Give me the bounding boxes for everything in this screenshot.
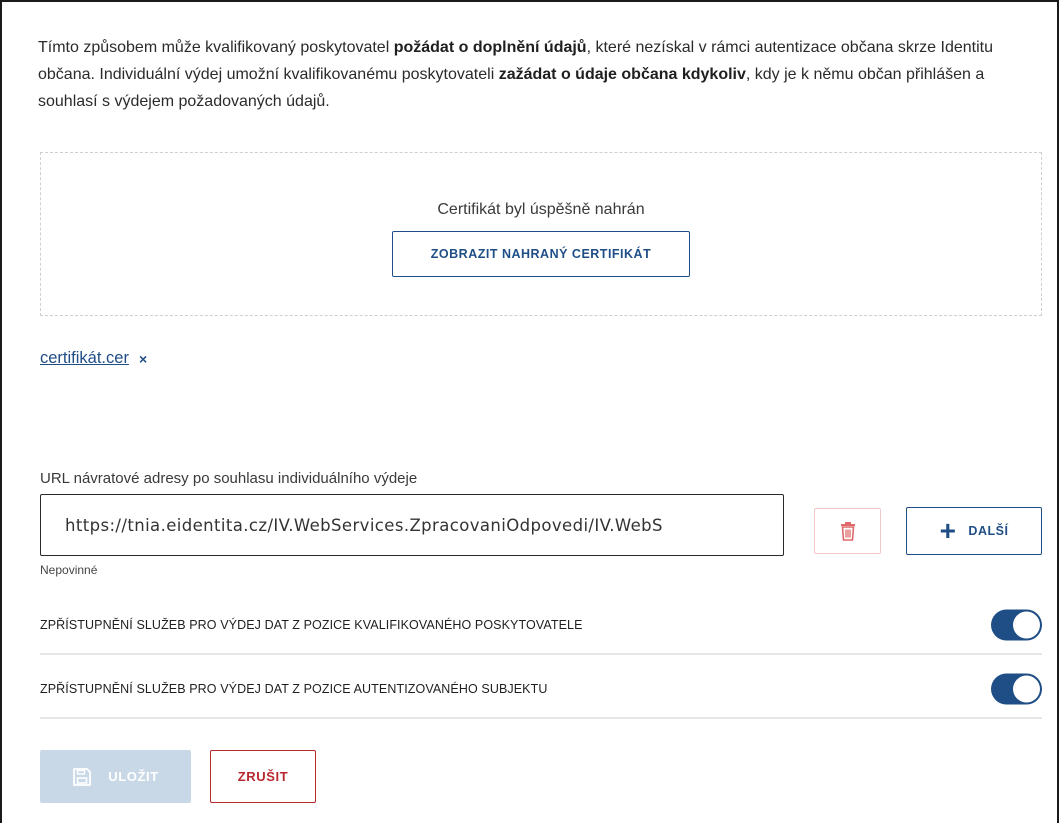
trash-icon [840, 522, 855, 541]
intro-bold-text: požádat o doplnění údajů [393, 39, 587, 56]
return-url-value: https://tnia.eidentita.cz/IV.WebServices… [65, 515, 663, 535]
return-url-input[interactable]: https://tnia.eidentita.cz/IV.WebServices… [40, 494, 784, 556]
toggle-knob [1013, 611, 1040, 638]
toggle-row-authenticated-subject: ZPŘÍSTUPNĚNÍ SLUŽEB PRO VÝDEJ DAT Z POZI… [40, 660, 1042, 719]
upload-success-message: Certifikát byl úspěšně nahrán [437, 201, 645, 218]
add-url-label: DALŠÍ [968, 524, 1009, 538]
toggle-label: ZPŘÍSTUPNĚNÍ SLUŽEB PRO VÝDEJ DAT Z POZI… [40, 681, 548, 696]
save-button[interactable]: ULOŽIT [40, 750, 191, 803]
toggle-label: ZPŘÍSTUPNĚNÍ SLUŽEB PRO VÝDEJ DAT Z POZI… [40, 617, 583, 632]
toggle-knob [1013, 675, 1040, 702]
intro-bold-text: zažádat o údaje občana kdykoliv [498, 66, 746, 83]
save-label: ULOŽIT [108, 769, 159, 784]
add-url-button[interactable]: + DALŠÍ [906, 507, 1042, 555]
cancel-button[interactable]: ZRUŠIT [210, 750, 316, 803]
uploaded-file: certifikát.cer × [40, 349, 147, 368]
plus-icon: + [939, 515, 957, 546]
certificate-dropzone[interactable]: Certifikát byl úspěšně nahrán ZOBRAZIT N… [40, 152, 1042, 316]
toggle-qualified-provider[interactable] [991, 609, 1042, 640]
close-icon[interactable]: × [139, 351, 147, 367]
toggle-row-qualified-provider: ZPŘÍSTUPNĚNÍ SLUŽEB PRO VÝDEJ DAT Z POZI… [40, 596, 1042, 655]
view-certificate-button[interactable]: ZOBRAZIT NAHRANÝ CERTIFIKÁT [392, 231, 690, 277]
optional-hint: Nepovinné [40, 563, 98, 577]
uploaded-file-link[interactable]: certifikát.cer [40, 349, 129, 368]
save-icon [73, 767, 92, 786]
toggle-authenticated-subject[interactable] [991, 673, 1042, 704]
return-url-label: URL návratové adresy po souhlasu individ… [40, 470, 418, 487]
intro-text-part: Tímto způsobem může kvalifikovaný poskyt… [38, 39, 394, 56]
delete-url-button[interactable] [814, 508, 881, 554]
intro-text: Tímto způsobem může kvalifikovaný poskyt… [38, 34, 1028, 115]
